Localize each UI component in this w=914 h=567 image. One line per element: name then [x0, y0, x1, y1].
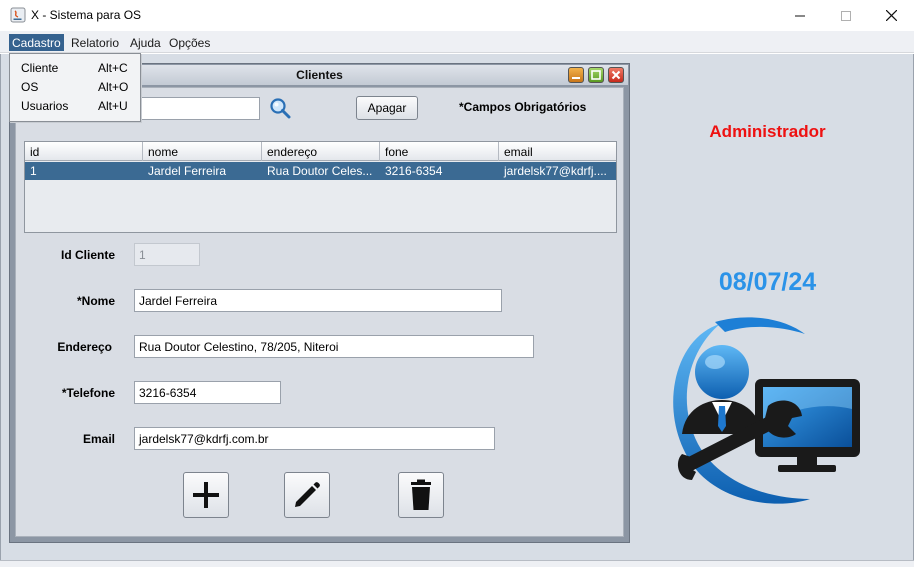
technician-logo-icon [673, 317, 860, 504]
telefone-field[interactable]: 3216-6354 [134, 381, 281, 404]
delete-client-button[interactable] [398, 472, 444, 518]
frame-maximize-button[interactable] [588, 67, 604, 83]
clientes-table[interactable]: id nome endereço fone email 1 Jardel Fer… [24, 141, 617, 233]
table-row[interactable]: 1 Jardel Ferreira Rua Doutor Celes... 32… [25, 162, 616, 180]
minimize-icon [572, 77, 580, 79]
column-header-fone[interactable]: fone [380, 142, 499, 161]
clientes-frame-body: Apagar *Campos Obrigatórios id nome ende… [15, 87, 624, 537]
email-field[interactable]: jardelsk77@kdrfj.com.br [134, 427, 495, 450]
close-icon [885, 10, 897, 21]
table-cell-fone: 3216-6354 [385, 164, 443, 178]
table-cell-email: jardelsk77@kdrfj.... [504, 164, 607, 178]
menu-item-os[interactable]: OS Alt+O [10, 77, 140, 96]
minimize-button[interactable] [777, 0, 823, 31]
window-titlebar: X - Sistema para OS [0, 0, 914, 31]
menu-opcoes[interactable]: Opções [166, 34, 213, 51]
window-bottom-edge [0, 560, 914, 567]
menu-item-cliente[interactable]: Cliente Alt+C [10, 58, 140, 77]
table-cell-nome: Jardel Ferreira [148, 164, 227, 178]
column-header-id[interactable]: id [25, 142, 143, 161]
maximize-icon [591, 70, 601, 80]
cadastro-dropdown: Cliente Alt+C OS Alt+O Usuarios Alt+U [9, 53, 141, 122]
java-app-icon [10, 7, 26, 23]
frame-close-button[interactable] [608, 67, 624, 83]
menu-relatorio[interactable]: Relatorio [68, 34, 122, 51]
minimize-icon [795, 15, 805, 16]
endereco-field[interactable]: Rua Doutor Celestino, 78/205, Niteroi [134, 335, 534, 358]
id-cliente-field: 1 [134, 243, 200, 266]
maximize-icon [841, 10, 851, 21]
id-cliente-label: Id Cliente [60, 248, 115, 262]
table-cell-endereco: Rua Doutor Celes... [267, 164, 373, 178]
nome-field[interactable]: Jardel Ferreira [134, 289, 502, 312]
menu-ajuda[interactable]: Ajuda [127, 34, 164, 51]
email-label: Email [82, 432, 115, 446]
menu-item-label: Cliente [21, 61, 59, 75]
menu-item-label: Usuarios [21, 99, 69, 113]
table-header: id nome endereço fone email [25, 142, 616, 161]
column-header-nome[interactable]: nome [143, 142, 262, 161]
frame-minimize-button[interactable] [568, 67, 584, 83]
close-button[interactable] [868, 0, 914, 31]
menu-cadastro[interactable]: Cadastro [9, 34, 64, 51]
endereco-label: Endereço [57, 340, 112, 354]
trash-icon [411, 479, 431, 510]
telefone-label: *Telefone [61, 386, 115, 400]
add-client-button[interactable] [183, 472, 229, 518]
maximize-button[interactable] [823, 0, 869, 31]
menu-item-accelerator: Alt+C [98, 61, 128, 75]
column-header-email[interactable]: email [499, 142, 616, 161]
nome-label: *Nome [76, 294, 115, 308]
menu-item-usuarios[interactable]: Usuarios Alt+U [10, 96, 140, 115]
menu-item-accelerator: Alt+O [98, 80, 129, 94]
clientes-internal-frame: Clientes Apagar *Campos Obrigatórios id … [9, 63, 630, 543]
plus-icon [193, 482, 219, 508]
table-cell-id: 1 [30, 164, 37, 178]
search-icon[interactable] [269, 97, 291, 119]
menu-item-accelerator: Alt+U [98, 99, 128, 113]
menu-item-label: OS [21, 80, 39, 94]
close-icon [611, 70, 621, 80]
date-label: 08/07/24 [718, 268, 817, 296]
menubar: Cadastro Relatorio Ajuda Opções [0, 31, 914, 53]
apagar-button[interactable]: Apagar [356, 96, 418, 120]
column-header-endereco[interactable]: endereço [262, 142, 380, 161]
edit-client-button[interactable] [284, 472, 330, 518]
window-title: X - Sistema para OS [31, 8, 142, 22]
required-fields-note: *Campos Obrigatórios [459, 100, 587, 114]
user-role-label: Administrador [709, 122, 826, 141]
pencil-icon [295, 482, 320, 507]
